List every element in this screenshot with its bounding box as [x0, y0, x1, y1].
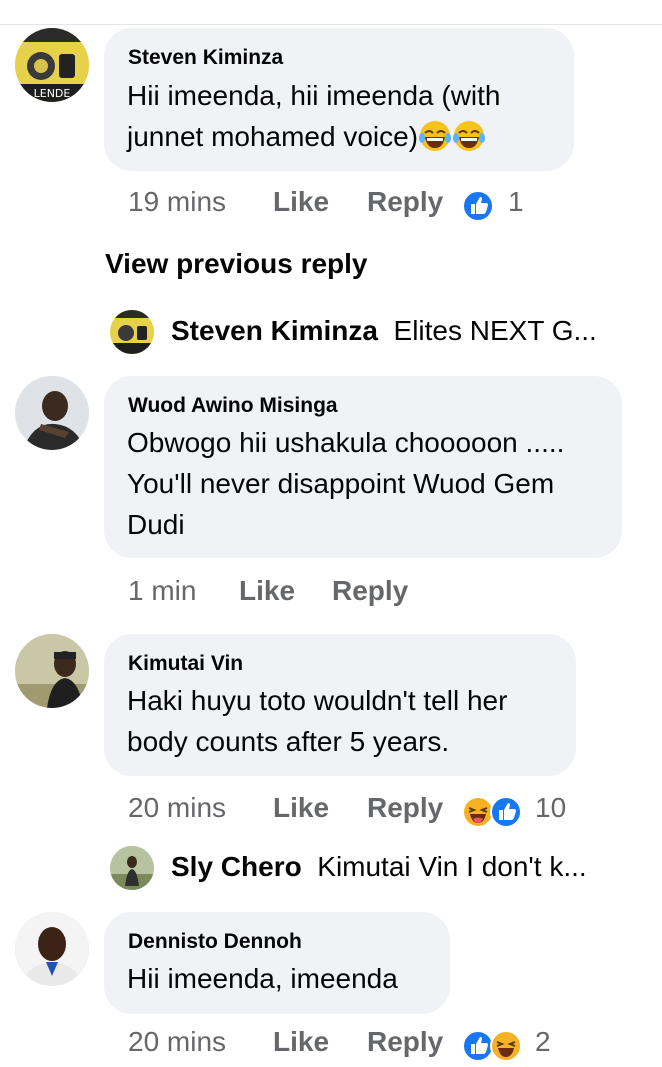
comment-author[interactable]: Dennisto Dennoh [128, 930, 302, 954]
reply-button[interactable]: Reply [367, 186, 443, 217]
timestamp: 20 mins [128, 1026, 227, 1057]
like-button[interactable]: Like [239, 575, 295, 606]
reaction-count[interactable]: 1 [508, 186, 524, 218]
reply-text-preview: Kimutai Vin I don't k... [317, 851, 587, 882]
timestamp: 1 min [128, 575, 197, 606]
reply-author[interactable]: Sly Chero [171, 851, 302, 882]
comment-meta: 19 mins [128, 186, 226, 218]
like-button[interactable]: Like [273, 186, 329, 217]
comment-text: Obwogo hii ushakula chooooon ..... You'l… [127, 427, 565, 540]
reaction-count[interactable]: 2 [535, 1026, 551, 1058]
laughing-emoji-icon [452, 120, 486, 163]
view-previous-reply-link[interactable]: View previous reply [105, 248, 368, 280]
like-button[interactable]: Like [273, 792, 329, 823]
comment-author[interactable]: Steven Kiminza [128, 46, 283, 70]
svg-text:LENDE: LENDE [34, 87, 71, 100]
like-reaction-icon[interactable] [462, 190, 494, 227]
avatar[interactable] [15, 376, 89, 450]
reply-preview[interactable]: Steven Kiminza Elites NEXT G... [171, 315, 597, 347]
avatar[interactable] [110, 310, 154, 354]
avatar[interactable] [15, 634, 89, 708]
reply-author[interactable]: Steven Kiminza [171, 315, 378, 346]
top-divider [0, 24, 662, 25]
avatar[interactable] [15, 912, 89, 986]
haha-reaction-icon[interactable] [490, 1030, 522, 1067]
comment-text: Hii imeenda, imeenda [127, 963, 398, 994]
reply-preview[interactable]: Sly Chero Kimutai Vin I don't k... [171, 851, 587, 883]
timestamp: 20 mins [128, 792, 227, 823]
reply-button[interactable]: Reply [332, 575, 408, 606]
reply-button[interactable]: Reply [367, 792, 443, 823]
comment-author[interactable]: Kimutai Vin [128, 652, 243, 676]
timestamp: 19 mins [128, 186, 227, 217]
comment-text: Haki huyu toto wouldn't tell her body co… [127, 685, 508, 757]
comment-author[interactable]: Wuod Awino Misinga [128, 394, 338, 418]
reply-button[interactable]: Reply [367, 1026, 443, 1057]
like-reaction-icon[interactable] [490, 796, 522, 833]
avatar[interactable] [110, 846, 154, 890]
laughing-emoji-icon [418, 120, 452, 163]
like-button[interactable]: Like [273, 1026, 329, 1057]
reaction-count[interactable]: 10 [535, 792, 566, 824]
avatar[interactable]: LENDE [15, 28, 89, 102]
reply-text-preview: Elites NEXT G... [393, 315, 597, 346]
comment-text: Hii imeenda, hii imeenda (with junnet mo… [127, 75, 567, 163]
